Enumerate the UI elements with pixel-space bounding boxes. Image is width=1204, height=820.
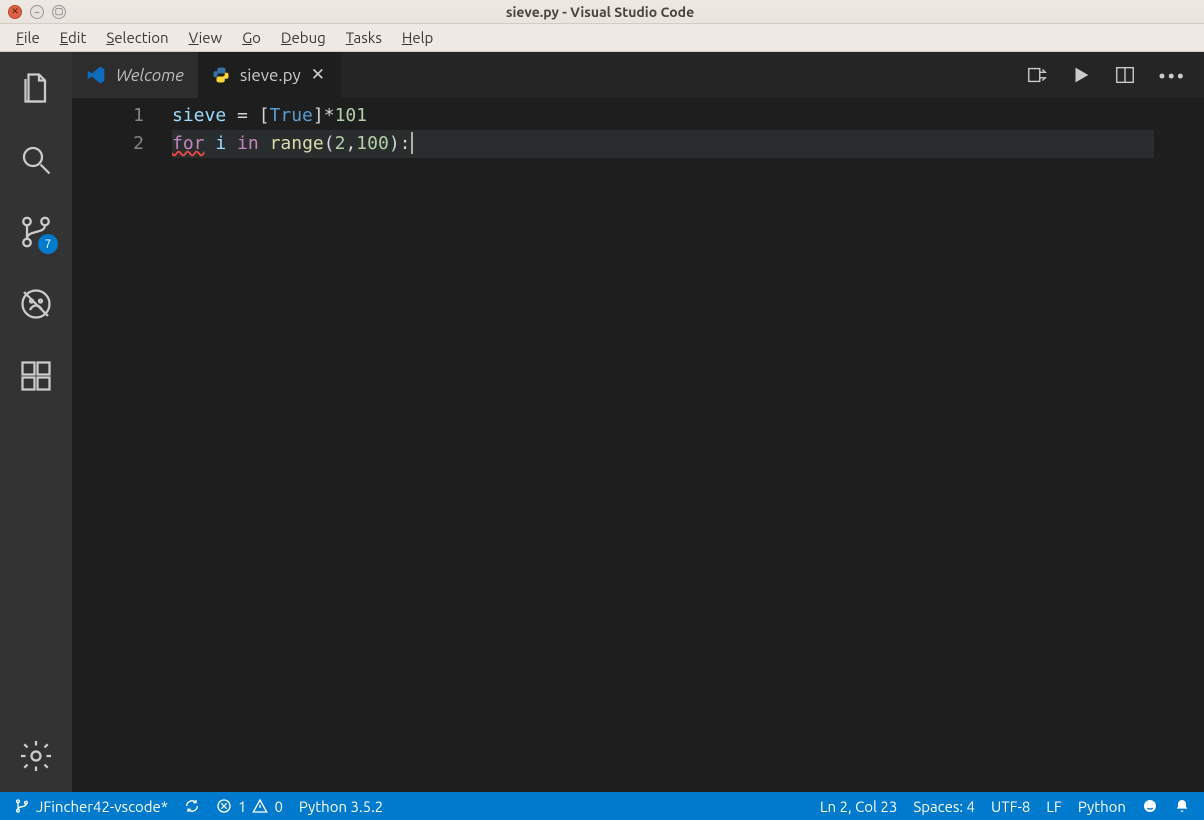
git-branch-icon <box>14 798 30 814</box>
warning-icon <box>252 798 268 814</box>
split-editor-icon[interactable] <box>1114 64 1136 86</box>
menu-tasks[interactable]: Tasks <box>336 29 392 46</box>
more-actions-icon[interactable]: ••• <box>1158 64 1186 87</box>
vscode-icon <box>86 65 106 85</box>
window-titlebar: ✕ – ▢ sieve.py - Visual Studio Code <box>0 0 1204 24</box>
status-position[interactable]: Ln 2, Col 23 <box>820 798 897 815</box>
bell-icon <box>1174 798 1190 814</box>
status-notifications[interactable] <box>1174 798 1190 814</box>
run-icon[interactable] <box>1070 64 1092 86</box>
window-close-button[interactable]: ✕ <box>8 5 22 19</box>
extensions-icon <box>18 358 54 394</box>
overview-ruler[interactable] <box>1184 98 1204 792</box>
tab-welcome-label: Welcome <box>116 66 184 85</box>
status-indent-label: Spaces: 4 <box>913 798 975 815</box>
status-eol-label: LF <box>1046 798 1062 815</box>
menu-file[interactable]: File <box>6 29 50 46</box>
main-area: 7 Welcome <box>0 52 1204 792</box>
status-branch[interactable]: JFincher42-vscode* <box>14 798 168 815</box>
menu-debug[interactable]: Debug <box>271 29 336 46</box>
text-cursor <box>411 132 413 154</box>
search-icon <box>18 142 54 178</box>
activity-extensions[interactable] <box>0 340 72 412</box>
gear-icon <box>18 738 54 774</box>
window-maximize-button[interactable]: ▢ <box>52 5 66 19</box>
status-warnings-count: 0 <box>274 798 282 815</box>
tab-close-icon[interactable]: ✕ <box>311 65 327 85</box>
status-feedback[interactable] <box>1142 798 1158 814</box>
tab-actions: ••• <box>1026 52 1204 98</box>
status-language-label: Python <box>1078 798 1126 815</box>
gutter: 1 2 <box>72 98 172 792</box>
scm-badge: 7 <box>38 234 58 254</box>
sync-icon <box>184 798 200 814</box>
code-lines[interactable]: sieve = [True]*101 for i in range(2,100)… <box>172 98 1184 792</box>
window-title: sieve.py - Visual Studio Code <box>66 4 1134 20</box>
status-encoding-label: UTF-8 <box>991 798 1030 815</box>
status-position-label: Ln 2, Col 23 <box>820 798 897 815</box>
menu-go[interactable]: Go <box>232 29 271 46</box>
status-indent[interactable]: Spaces: 4 <box>913 798 975 815</box>
smiley-icon <box>1142 798 1158 814</box>
menu-edit[interactable]: Edit <box>50 29 97 46</box>
status-branch-label: JFincher42-vscode* <box>36 798 168 815</box>
activity-search[interactable] <box>0 124 72 196</box>
status-problems[interactable]: 1 0 <box>216 798 283 815</box>
activity-settings[interactable] <box>0 720 72 792</box>
activity-scm[interactable]: 7 <box>0 196 72 268</box>
error-icon <box>216 798 232 814</box>
activity-debug[interactable] <box>0 268 72 340</box>
line-number: 1 <box>72 102 144 130</box>
tab-welcome[interactable]: Welcome <box>72 52 198 98</box>
activitybar: 7 <box>0 52 72 792</box>
code-line-2[interactable]: for i in range(2,100): <box>172 130 1184 158</box>
status-errors-count: 1 <box>238 798 246 815</box>
status-sync[interactable] <box>184 798 200 814</box>
menubar: File Edit Selection View Go Debug Tasks … <box>0 24 1204 52</box>
status-language[interactable]: Python <box>1078 798 1126 815</box>
status-interpreter-label: Python 3.5.2 <box>299 798 383 815</box>
activity-explorer[interactable] <box>0 52 72 124</box>
tabbar: Welcome sieve.py ✕ ••• <box>72 52 1204 98</box>
menu-help[interactable]: Help <box>392 29 443 46</box>
code-line-1[interactable]: sieve = [True]*101 <box>172 102 1184 130</box>
editor-region: Welcome sieve.py ✕ ••• 1 2 <box>72 52 1204 792</box>
menu-selection[interactable]: Selection <box>96 29 178 46</box>
status-encoding[interactable]: UTF-8 <box>991 798 1030 815</box>
files-icon <box>18 70 54 106</box>
window-minimize-button[interactable]: – <box>30 5 44 19</box>
menu-view[interactable]: View <box>179 29 233 46</box>
debug-icon <box>18 286 54 322</box>
diff-icon[interactable] <box>1026 64 1048 86</box>
window-controls: ✕ – ▢ <box>0 5 66 19</box>
status-interpreter[interactable]: Python 3.5.2 <box>299 798 383 815</box>
status-eol[interactable]: LF <box>1046 798 1062 815</box>
tab-sieve-label: sieve.py <box>240 66 301 85</box>
statusbar: JFincher42-vscode* 1 0 Python 3.5.2 Ln 2… <box>0 792 1204 820</box>
tab-sieve[interactable]: sieve.py ✕ <box>198 52 341 98</box>
code-editor[interactable]: 1 2 sieve = [True]*101 for i in range(2,… <box>72 98 1204 792</box>
line-number: 2 <box>72 130 144 158</box>
python-icon <box>212 66 230 84</box>
